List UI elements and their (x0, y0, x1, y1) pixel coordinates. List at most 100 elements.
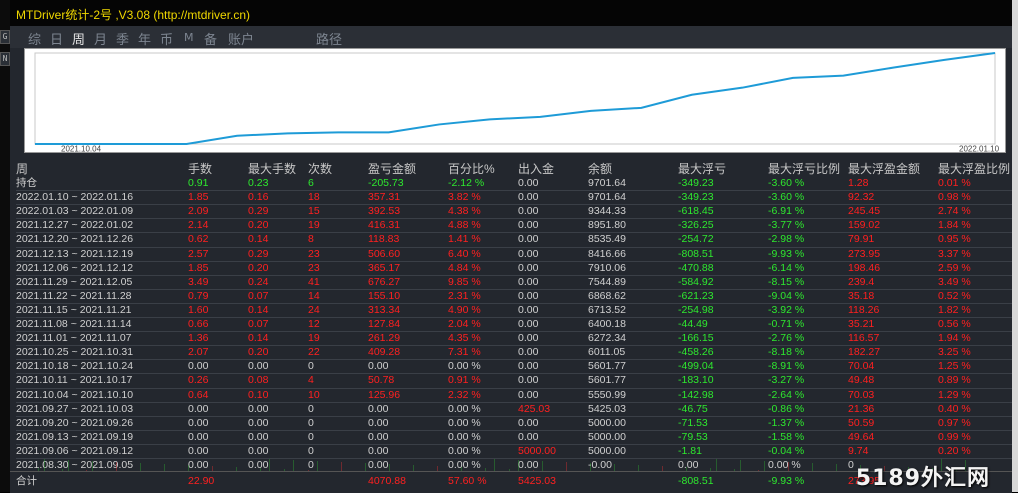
col-max-dd-pct: -0.71 % (768, 317, 804, 331)
col-pl: 392.53 (368, 204, 400, 218)
col-pct: 0.91 % (448, 373, 481, 387)
col-max-fp: 239.4 (848, 275, 874, 289)
col-count: 8 (308, 232, 314, 246)
col-max-dd: -46.75 (678, 402, 708, 416)
col-max-fp: 50.59 (848, 416, 874, 430)
col-count: 15 (308, 204, 320, 218)
col-week: 2022.01.10 ~ 2022.01.16 (16, 190, 133, 204)
col-week: 2022.01.03 ~ 2022.01.09 (16, 204, 133, 218)
col-pct: 2.04 % (448, 317, 481, 331)
col-io: 0.00 (518, 289, 538, 303)
col-pct: 7.31 % (448, 345, 481, 359)
tab-day[interactable]: 日 (50, 29, 63, 48)
equity-chart: 2021.10.042022.01.10 (24, 48, 1006, 153)
tab-notes[interactable]: 备 (204, 29, 217, 48)
col-max-dd: -44.49 (678, 317, 708, 331)
col-pct: 9.85 % (448, 275, 481, 289)
col-max-fp-pct: 1.25 % (938, 359, 971, 373)
col-max-lots: 0.00 (248, 402, 268, 416)
col-balance: 余额 (588, 162, 612, 176)
table-row: 2021.11.29 ~ 2021.12.053.490.2441676.279… (16, 275, 1012, 289)
col-max-lots: 0.23 (248, 176, 268, 190)
col-count: 4 (308, 373, 314, 387)
col-balance: 9701.64 (588, 176, 626, 190)
col-pl: 409.28 (368, 345, 400, 359)
col-week: 2021.11.22 ~ 2021.11.28 (16, 289, 132, 303)
col-max-fp: 118.26 (848, 303, 879, 317)
col-max-fp: 116.57 (848, 331, 879, 345)
col-max-dd: -71.53 (678, 416, 708, 430)
col-io: 出入金 (518, 162, 554, 176)
col-lots: 0.62 (188, 232, 208, 246)
col-balance: 8951.80 (588, 218, 626, 232)
col-lots: 0.00 (188, 430, 208, 444)
col-max-dd: -458.26 (678, 345, 714, 359)
left-strip-n[interactable]: N (0, 52, 10, 66)
col-max-dd: -808.51 (678, 247, 714, 261)
col-max-fp: 273.95 (848, 247, 880, 261)
col-max-fp: 49.64 (848, 430, 874, 444)
tab-month[interactable]: 月 (94, 29, 107, 48)
table-row: 2021.10.11 ~ 2021.10.170.260.08450.780.9… (16, 373, 1012, 387)
tab-quarter[interactable]: 季 (116, 29, 129, 48)
col-max-dd-pct: -3.27 % (768, 373, 804, 387)
col-lots: 0.26 (188, 373, 208, 387)
col-lots: 0.91 (188, 176, 208, 190)
mtdriver-stats-window: MTDriver统计-2号 ,V3.08 (http://mtdriver.cn… (10, 0, 1012, 492)
tab-year[interactable]: 年 (138, 29, 151, 48)
table-row: 2021.11.15 ~ 2021.11.211.600.1424313.344… (16, 303, 1012, 317)
table-row: 2021.10.18 ~ 2021.10.240.000.0000.000.00… (16, 359, 1012, 373)
col-pl: 127.84 (368, 317, 400, 331)
col-io: 0.00 (518, 190, 538, 204)
col-max-dd: -142.98 (678, 388, 714, 402)
col-io: 0.00 (518, 218, 538, 232)
col-max-dd-pct: -8.91 % (768, 359, 804, 373)
col-count: 0 (308, 416, 314, 430)
col-pct: 百分比% (448, 162, 495, 176)
tab-currency[interactable]: 币 (160, 29, 173, 48)
watermark-logo: 5189外汇网 (856, 460, 990, 492)
col-week: 2021.12.20 ~ 2021.12.26 (16, 232, 133, 246)
col-io: 0.00 (518, 416, 538, 430)
col-week: 2021.11.08 ~ 2021.11.14 (16, 317, 132, 331)
col-max-lots: 最大手数 (248, 162, 296, 176)
col-balance: 7910.06 (588, 261, 626, 275)
col-week: 2021.12.27 ~ 2022.01.02 (16, 218, 133, 232)
col-pct: 1.41 % (448, 232, 481, 246)
col-max-fp: 182.27 (848, 345, 880, 359)
col-max-fp: 35.21 (848, 317, 874, 331)
col-max-fp-pct: 2.59 % (938, 261, 971, 275)
col-max-lots: 0.08 (248, 373, 268, 387)
table-row: 2021.11.08 ~ 2021.11.140.660.0712127.842… (16, 317, 1012, 331)
col-max-dd-pct: 最大浮亏比例 (768, 162, 840, 176)
col-max-dd-pct: -1.37 % (768, 416, 804, 430)
table-row: 2021.11.01 ~ 2021.11.071.360.1419261.294… (16, 331, 1012, 345)
tab-path[interactable]: 路径 (316, 29, 342, 48)
col-lots: 0.00 (188, 402, 208, 416)
col-max-dd: -254.98 (678, 303, 714, 317)
col-max-lots: 0.14 (248, 303, 268, 317)
tab-m[interactable]: M (184, 31, 194, 44)
tab-summary[interactable]: 综 (28, 29, 41, 48)
tab-week[interactable]: 周 (72, 29, 85, 48)
table-row: 2022.01.03 ~ 2022.01.092.090.2915392.534… (16, 204, 1012, 218)
x-start-label: 2021.10.04 (61, 145, 102, 153)
col-max-fp-pct: 1.29 % (938, 388, 971, 402)
col-pl: 125.96 (368, 388, 400, 402)
left-toolbar-strip: G N (0, 0, 10, 492)
col-week: 2021.10.04 ~ 2021.10.10 (16, 388, 133, 402)
col-week: 合计 (16, 474, 37, 488)
period-tabs: 综 日 周 月 季 年 币 M 备 账户 路径 (10, 26, 1012, 48)
tab-account[interactable]: 账户 (228, 29, 254, 48)
left-strip-g[interactable]: G (0, 30, 10, 44)
col-max-dd-pct: -9.93 % (768, 474, 804, 488)
col-lots: 2.07 (188, 345, 208, 359)
col-pct: 2.31 % (448, 289, 481, 303)
col-pl: -205.73 (368, 176, 404, 190)
col-max-fp: 159.02 (848, 218, 880, 232)
col-pl: 357.31 (368, 190, 400, 204)
col-max-dd-pct: -9.93 % (768, 247, 804, 261)
table-row: 2021.12.27 ~ 2022.01.022.140.2019416.314… (16, 218, 1012, 232)
col-balance: 5000.00 (588, 416, 626, 430)
col-io: 425.03 (518, 402, 550, 416)
